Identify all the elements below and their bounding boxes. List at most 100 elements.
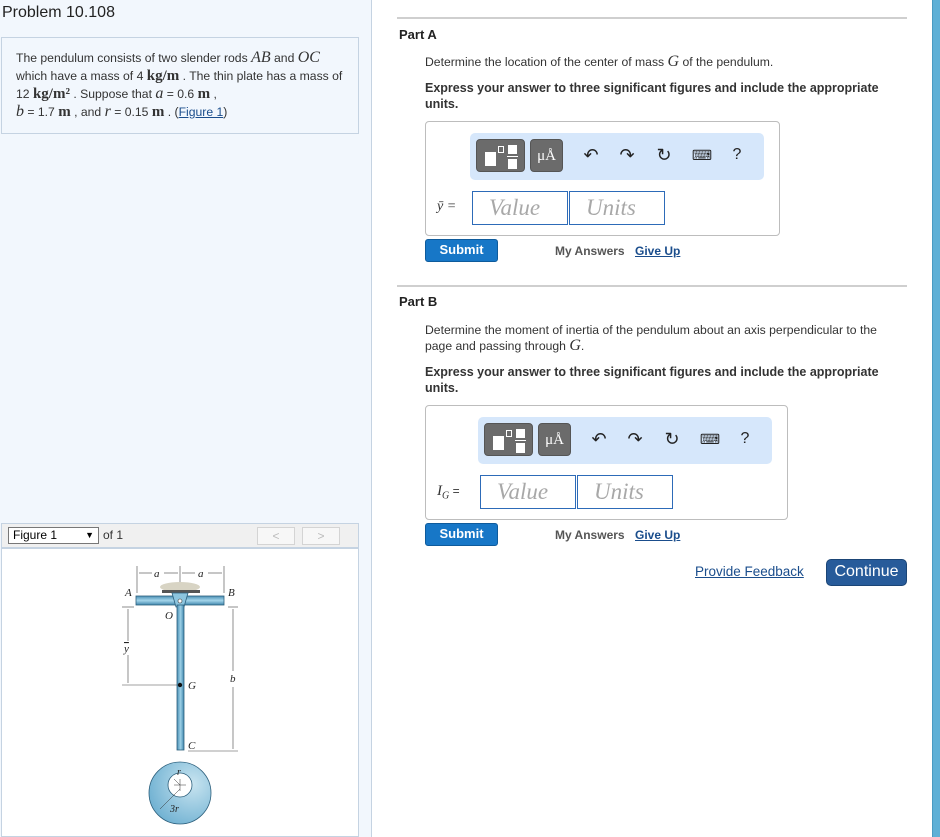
center-of-mass-dot <box>177 682 183 688</box>
part-a-divider <box>397 17 907 19</box>
prompt-text: Determine the location of the center of … <box>425 55 668 69</box>
redo-icon[interactable]: ↷ <box>623 427 647 451</box>
label-B: B <box>228 587 235 599</box>
part-b-instruction: Express your answer to three significant… <box>425 365 879 395</box>
value-input[interactable]: Value <box>480 475 576 509</box>
problem-panel: Problem 10.108 The pendulum consists of … <box>0 0 372 837</box>
units-button[interactable]: μÅ <box>538 423 571 456</box>
unit-m: m <box>58 104 71 120</box>
label-a-left: a <box>154 568 160 580</box>
page: Problem 10.108 The pendulum consists of … <box>0 0 940 837</box>
prompt-var: G <box>569 337 581 354</box>
units-icon: μÅ <box>545 432 564 448</box>
unit-m: m <box>151 104 165 120</box>
next-figure-button[interactable]: > <box>302 527 340 545</box>
part-a-title: Part A <box>399 27 437 42</box>
pendulum-figure: a a A B O y G b C r 3r <box>122 566 238 825</box>
value-b: = 1.7 <box>24 105 59 119</box>
dropdown-arrow-icon: ▼ <box>85 530 94 540</box>
figure-select-value: Figure 1 <box>13 528 58 542</box>
rod-oc-label: OC <box>297 49 320 66</box>
help-icon[interactable]: ? <box>725 143 749 167</box>
units-input[interactable]: Units <box>577 475 673 509</box>
part-b-title: Part B <box>399 294 438 309</box>
label-r: r <box>177 767 181 778</box>
math-toolbar: μÅ ↶ ↷ ↻ ⌨ ? <box>478 417 772 464</box>
reset-icon[interactable]: ↻ <box>660 427 684 451</box>
prompt-text: . <box>580 339 585 353</box>
part-a-my-answers[interactable]: My Answers <box>555 244 625 258</box>
figure-area: a a A B O y G b C r 3r <box>1 548 359 837</box>
value-a: = 0.6 <box>163 87 198 101</box>
figure-select[interactable]: Figure 1 ▼ <box>8 527 99 544</box>
keyboard-icon[interactable]: ⌨ <box>698 427 722 451</box>
value-r: = 0.15 <box>110 105 152 119</box>
label-ybar: y <box>123 643 129 655</box>
unit-kg-per-m2: kg/m² <box>32 86 70 102</box>
statement-text: and <box>270 51 298 65</box>
part-b-prompt: Determine the moment of inertia of the p… <box>425 322 905 354</box>
statement-text: ) <box>223 105 228 119</box>
templates-button[interactable] <box>484 423 533 456</box>
continue-button[interactable]: Continue <box>826 559 907 586</box>
answer-label-eq: = <box>449 484 460 498</box>
units-icon: μÅ <box>537 148 556 164</box>
var-b: b <box>16 103 24 120</box>
part-b-answer-box: μÅ ↶ ↷ ↻ ⌨ ? IG = Value Units <box>425 405 788 520</box>
prompt-text: of the pendulum. <box>679 55 774 69</box>
templates-icon <box>493 436 504 450</box>
statement-text: , and <box>70 105 105 119</box>
part-a-give-up-link[interactable]: Give Up <box>635 244 680 258</box>
prev-figure-button[interactable]: < <box>257 527 295 545</box>
label-a-right: a <box>198 568 204 580</box>
reset-icon[interactable]: ↻ <box>652 143 676 167</box>
value-input[interactable]: Value <box>472 191 568 225</box>
math-toolbar: μÅ ↶ ↷ ↻ ⌨ ? <box>470 133 764 180</box>
part-a-answer-box: μÅ ↶ ↷ ↻ ⌨ ? ȳ = Value Units <box>425 121 780 236</box>
provide-feedback-link[interactable]: Provide Feedback <box>695 564 804 579</box>
statement-text: The pendulum consists of two slender rod… <box>16 51 252 65</box>
prompt-text: Determine the moment of inertia of the p… <box>425 323 877 353</box>
part-a-instruction: Express your answer to three significant… <box>425 81 879 111</box>
answer-label-ig: IG = <box>437 483 460 501</box>
part-b-my-answers[interactable]: My Answers <box>555 528 625 542</box>
figure-count: of 1 <box>103 528 124 542</box>
part-b-give-up-link[interactable]: Give Up <box>635 528 680 542</box>
label-O: O <box>165 610 173 622</box>
label-C: C <box>188 740 196 752</box>
part-a-submit-button[interactable]: Submit <box>425 239 498 262</box>
label-b: b <box>230 673 236 685</box>
keyboard-icon[interactable]: ⌨ <box>690 143 714 167</box>
label-G: G <box>188 680 196 692</box>
statement-text: . Suppose that <box>69 87 156 101</box>
redo-icon[interactable]: ↷ <box>615 143 639 167</box>
part-b-divider <box>397 285 907 287</box>
rod-oc <box>176 604 185 751</box>
prompt-var: G <box>667 53 680 70</box>
answer-label-text: ȳ = <box>437 199 457 214</box>
units-input[interactable]: Units <box>569 191 665 225</box>
problem-statement: The pendulum consists of two slender rod… <box>1 37 359 134</box>
undo-icon[interactable]: ↶ <box>587 427 611 451</box>
help-icon[interactable]: ? <box>733 427 757 451</box>
part-a-prompt: Determine the location of the center of … <box>425 54 905 70</box>
problem-title: Problem 10.108 <box>2 4 115 21</box>
answer-label-ybar: ȳ = <box>437 199 456 215</box>
templates-icon <box>485 152 496 166</box>
label-3r: 3r <box>169 804 179 815</box>
unit-m: m <box>197 86 211 102</box>
part-b-submit-button[interactable]: Submit <box>425 523 498 546</box>
units-button[interactable]: μÅ <box>530 139 563 172</box>
pivot-pin <box>177 598 183 604</box>
mount-plate <box>162 590 200 593</box>
rod-ab-label: AB <box>251 49 271 66</box>
undo-icon[interactable]: ↶ <box>579 143 603 167</box>
figure-link[interactable]: Figure 1 <box>179 105 224 119</box>
scrollbar[interactable] <box>932 0 940 837</box>
unit-kg-per-m: kg/m <box>146 68 180 84</box>
label-A: A <box>124 587 132 599</box>
templates-button[interactable] <box>476 139 525 172</box>
statement-text: which have a mass of 4 <box>16 69 147 83</box>
statement-text: . ( <box>164 105 179 119</box>
statement-text: , <box>210 87 217 101</box>
